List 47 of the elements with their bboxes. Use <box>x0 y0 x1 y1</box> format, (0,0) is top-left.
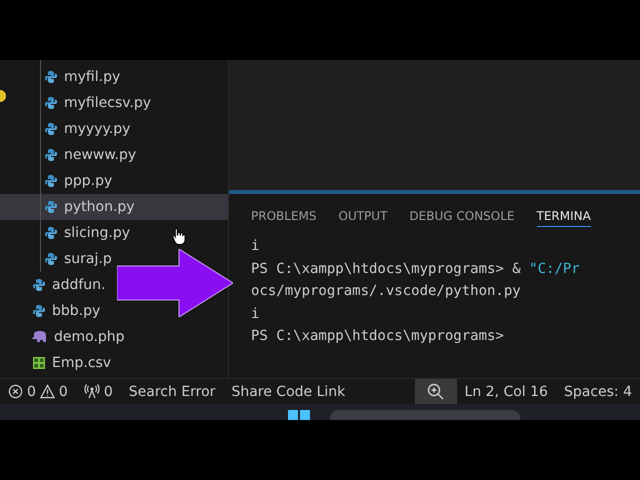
panel-tab[interactable]: PROBLEMS <box>251 208 316 227</box>
panel-tab[interactable]: DEBUG CONSOLE <box>409 208 515 227</box>
python-file-icon <box>32 278 46 292</box>
file-item[interactable]: ppp.py <box>0 168 228 194</box>
python-file-icon <box>44 70 58 84</box>
file-item[interactable]: python.py <box>0 194 228 220</box>
table-file-icon <box>32 356 46 370</box>
zoom-in-icon <box>427 383 444 400</box>
file-item[interactable]: demo.php <box>0 324 228 350</box>
ports-counter[interactable]: 0 <box>76 384 121 400</box>
error-icon <box>8 384 23 399</box>
file-item[interactable]: Emp.csv <box>0 350 228 376</box>
file-item[interactable]: newww.py <box>0 142 228 168</box>
terminal-line: PS C:\xampp\htdocs\myprograms> & "C:/Pr <box>251 260 581 278</box>
status-item[interactable]: Search Error <box>120 384 224 400</box>
file-item[interactable]: myyyy.py <box>0 116 228 142</box>
hand-pointer-icon <box>172 227 186 245</box>
antenna-icon <box>84 384 100 399</box>
file-item[interactable]: addfun. <box>0 272 228 298</box>
python-file-icon <box>44 226 58 240</box>
terminal-line: ocs/myprograms/.vscode/python.py <box>251 282 522 301</box>
file-item[interactable]: myfil.py <box>0 64 228 90</box>
python-file-icon <box>32 304 46 318</box>
search-field[interactable] <box>330 410 520 420</box>
python-file-icon <box>44 148 58 162</box>
windows-icon[interactable] <box>288 408 310 420</box>
zoom-button[interactable] <box>414 379 457 404</box>
status-item[interactable]: Share Code Link <box>223 384 354 400</box>
file-item[interactable]: myfilecsv.py <box>0 90 228 116</box>
python-file-icon <box>44 252 58 266</box>
warning-icon <box>40 384 55 399</box>
file-item[interactable]: slicing.py <box>0 220 228 246</box>
file-item[interactable]: suraj.p <box>0 246 228 272</box>
indentation-status[interactable]: Spaces: 4 <box>556 384 640 400</box>
panel-tab[interactable]: OUTPUT <box>338 208 388 227</box>
cursor-position[interactable]: Ln 2, Col 16 <box>456 384 556 400</box>
terminal-line: PS C:\xampp\htdocs\myprograms> <box>251 327 505 346</box>
terminal-line: i <box>251 237 260 256</box>
python-file-icon <box>44 122 58 136</box>
python-file-icon <box>44 200 58 214</box>
panel-tab[interactable]: TERMINA <box>536 208 591 227</box>
elephant-icon <box>32 331 48 343</box>
python-file-icon <box>44 96 58 110</box>
file-item[interactable]: bbb.py <box>0 298 228 324</box>
problems-counter[interactable]: 0 0 <box>0 384 76 400</box>
terminal-line: i <box>251 304 260 324</box>
python-file-icon <box>44 174 58 188</box>
